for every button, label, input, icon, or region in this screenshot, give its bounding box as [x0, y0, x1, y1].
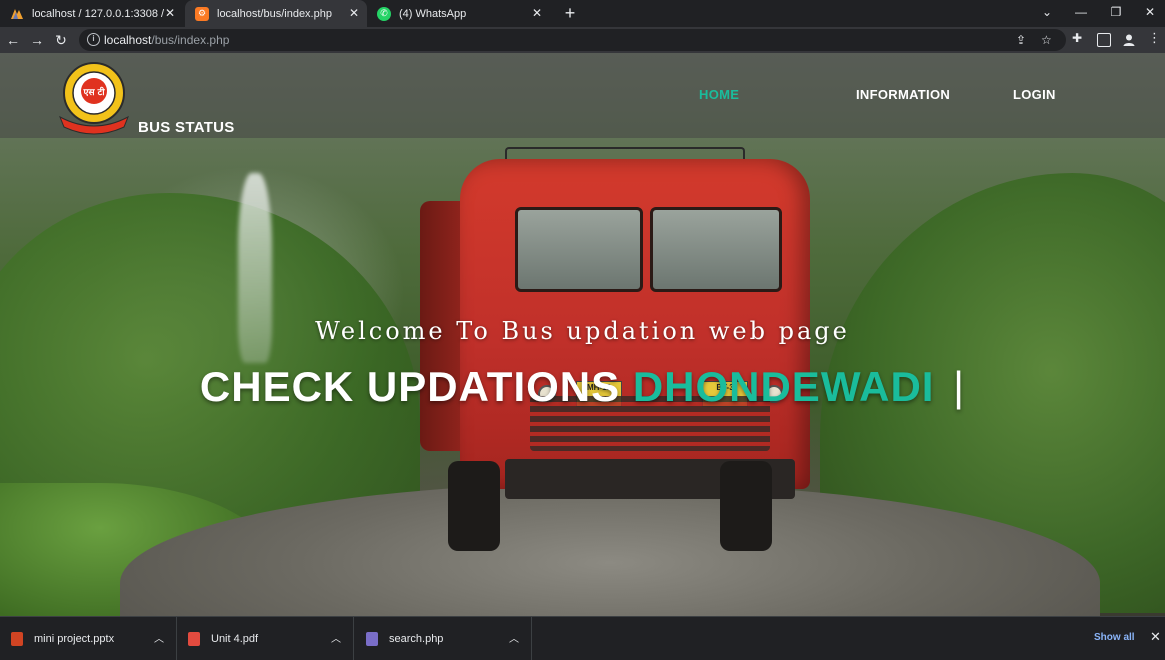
address-bar[interactable]: i localhost/bus/index.php ⇪ ☆: [79, 29, 1066, 51]
bus-wheel-left: [448, 461, 500, 551]
show-all-downloads-button[interactable]: Show all: [1094, 632, 1135, 643]
reload-icon[interactable]: ↻: [51, 30, 71, 50]
tab-search-icon[interactable]: ⌄: [1030, 0, 1064, 27]
hero-bus-image: MH-12 BT-3: [420, 141, 830, 561]
bus-windshield-right: [650, 207, 782, 292]
nav-home[interactable]: HOME: [699, 87, 739, 102]
tab-label: localhost / 127.0.0.1:3308 / bus_u: [32, 7, 164, 20]
hero-title: CHECK UPDATIONS DHONDEWADI |: [0, 363, 1165, 411]
download-item[interactable]: mini project.pptx ︿: [0, 617, 177, 660]
download-shelf: mini project.pptx ︿ Unit 4.pdf ︿ search.…: [0, 616, 1165, 660]
tab-phpmyadmin[interactable]: localhost / 127.0.0.1:3308 / bus_u ✕: [0, 0, 183, 27]
side-panel-icon[interactable]: [1097, 33, 1111, 47]
back-icon[interactable]: ←: [3, 30, 23, 50]
tab-label: localhost/bus/index.php: [217, 7, 332, 20]
extensions-icon[interactable]: ✚: [1072, 31, 1086, 45]
bus-windshield-left: [515, 207, 643, 292]
close-icon[interactable]: ✕: [1150, 629, 1161, 645]
download-filename: search.php: [389, 632, 444, 645]
profile-icon[interactable]: [1122, 33, 1136, 47]
close-icon[interactable]: ✕: [165, 6, 175, 20]
typing-cursor: |: [953, 363, 966, 410]
window-close-icon[interactable]: ✕: [1133, 0, 1165, 27]
menu-icon[interactable]: ⋮: [1148, 30, 1162, 45]
pdf-file-icon: [188, 631, 200, 646]
phpmyadmin-icon: [10, 7, 24, 21]
pptx-file-icon: [11, 631, 23, 646]
address-url[interactable]: localhost/bus/index.php: [104, 33, 229, 47]
minimize-icon[interactable]: —: [1064, 0, 1098, 27]
nav-login[interactable]: LOGIN: [1013, 87, 1056, 102]
bookmark-star-icon[interactable]: ☆: [1041, 33, 1052, 47]
forward-icon[interactable]: →: [27, 30, 47, 50]
close-icon[interactable]: ✕: [349, 6, 359, 20]
chevron-up-icon[interactable]: ︿: [331, 630, 341, 645]
site-header: एस टी BUS STATUS HOME INFORMATION LOGIN: [0, 53, 1165, 138]
download-filename: Unit 4.pdf: [211, 632, 259, 645]
browser-toolbar: ← → ↻ i localhost/bus/index.php ⇪ ☆ ✚ ⋮: [0, 27, 1165, 53]
tab-whatsapp[interactable]: ✆ (4) WhatsApp ✕: [367, 0, 550, 27]
tab-strip: localhost / 127.0.0.1:3308 / bus_u ✕ ⚙ l…: [0, 0, 1165, 27]
hero-subtitle: Welcome To Bus updation web page: [315, 317, 850, 345]
web-page: MH-12 BT-3 एस टी BUS STATUS HOME INFORMA…: [0, 53, 1165, 616]
brand-title[interactable]: BUS STATUS: [138, 119, 235, 136]
xampp-icon: ⚙: [195, 6, 209, 21]
site-info-icon[interactable]: i: [87, 33, 100, 46]
php-file-icon: [366, 631, 378, 646]
tab-bus-index[interactable]: ⚙ localhost/bus/index.php ✕: [185, 0, 367, 27]
share-icon[interactable]: ⇪: [1016, 33, 1026, 47]
download-item[interactable]: Unit 4.pdf ︿: [177, 617, 354, 660]
logo-text: एस टी: [82, 86, 105, 98]
download-filename: mini project.pptx: [34, 632, 115, 645]
tab-label: (4) WhatsApp: [399, 7, 467, 20]
bus-wheel-right: [720, 461, 772, 551]
new-tab-button[interactable]: +: [560, 3, 580, 23]
hero-title-typed: DHONDEWADI: [632, 363, 935, 410]
chevron-up-icon[interactable]: ︿: [154, 630, 164, 645]
download-item[interactable]: search.php ︿: [355, 617, 532, 660]
chevron-up-icon[interactable]: ︿: [509, 630, 519, 645]
hero-title-static: CHECK UPDATIONS: [199, 363, 621, 410]
restore-icon[interactable]: ❐: [1099, 0, 1133, 27]
msrtc-logo[interactable]: एस टी: [58, 59, 130, 135]
whatsapp-icon: ✆: [377, 6, 391, 21]
close-icon[interactable]: ✕: [532, 6, 542, 20]
nav-information[interactable]: INFORMATION: [856, 87, 950, 102]
